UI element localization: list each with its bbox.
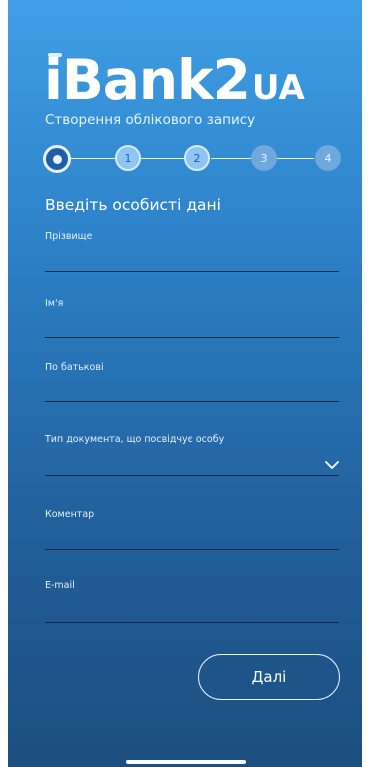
step-2: 2 [184, 145, 210, 171]
step-connector [277, 158, 314, 159]
ibank2ua-logo: iBank2UA [44, 50, 305, 120]
step-connector [211, 158, 251, 159]
logo-main: iBank2 [44, 48, 251, 112]
document-type-select[interactable]: Тип документа, що посвідчує особу [45, 434, 339, 478]
registration-screen: iBank2UA Створення облікового запису 1 2… [8, 0, 362, 767]
first-name-underline [45, 337, 339, 338]
patronymic-field[interactable]: По батькові [45, 362, 339, 404]
chevron-down-icon[interactable] [325, 460, 339, 470]
logo-suffix: UA [251, 68, 305, 108]
surname-label: Прізвище [45, 231, 93, 242]
surname-field[interactable]: Прізвище [45, 231, 339, 273]
step-1: 1 [115, 145, 141, 171]
step-connector [140, 158, 185, 159]
comment-label: Коментар [45, 509, 95, 520]
step-current [43, 145, 71, 173]
surname-underline [45, 271, 339, 272]
first-name-label: Ім'я [45, 298, 64, 309]
patronymic-underline [45, 401, 339, 402]
step-4: 4 [315, 145, 341, 171]
step-3: 3 [251, 145, 277, 171]
step-connector [71, 158, 118, 159]
email-label: E-mail [45, 580, 75, 591]
comment-underline [45, 549, 339, 550]
email-underline [45, 622, 339, 623]
first-name-field[interactable]: Ім'я [45, 298, 339, 340]
patronymic-label: По батькові [45, 362, 104, 373]
document-type-underline [45, 475, 339, 476]
progress-stepper: 1 2 3 4 [43, 145, 343, 175]
logo-accent-bar [48, 53, 62, 57]
form-title: Введіть особисті дані [45, 196, 221, 214]
home-indicator [126, 760, 246, 764]
current-step-dot [52, 154, 62, 164]
page-subtitle: Створення облікового запису [45, 112, 256, 128]
comment-field[interactable]: Коментар [45, 509, 339, 551]
email-field[interactable]: E-mail [45, 580, 339, 624]
next-button[interactable]: Далі [198, 654, 340, 700]
document-type-label: Тип документа, що посвідчує особу [45, 434, 225, 445]
